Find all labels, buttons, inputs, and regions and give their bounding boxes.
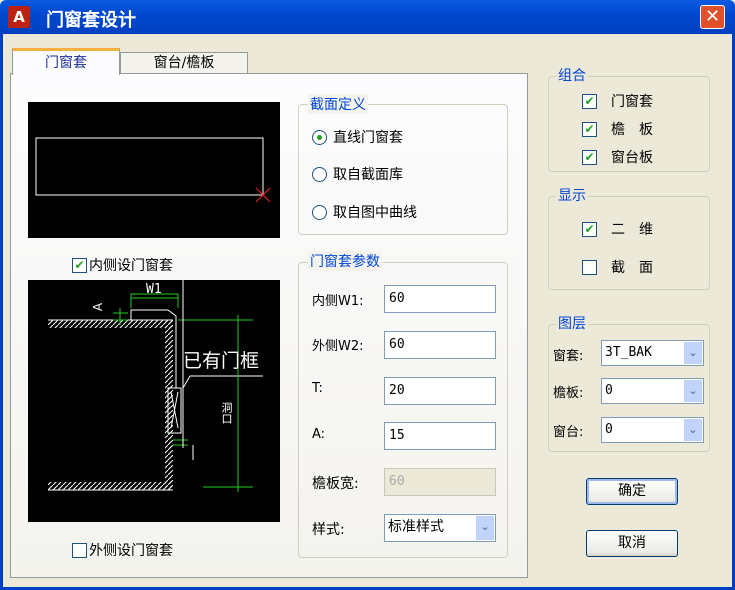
w1-dimension-label: W1	[146, 282, 162, 297]
checkbox-label: 窗台板	[611, 150, 653, 166]
radio-label: 取自图中曲线	[333, 205, 417, 221]
checkbox-unchecked-icon[interactable]	[582, 259, 597, 275]
eave-width-label: 檐板宽:	[312, 476, 359, 492]
outer-w2-label: 外侧W2:	[312, 339, 364, 354]
checkbox-checked-icon[interactable]: ✔	[72, 257, 87, 273]
section-definition-title: 截面定义	[308, 94, 368, 114]
radio-straight-casing[interactable]: 直线门窗套	[312, 127, 403, 147]
chevron-down-icon[interactable]: ⌄	[684, 342, 702, 364]
style-label: 样式:	[312, 522, 345, 538]
checkbox-label: 二 维	[611, 222, 653, 238]
radio-from-drawing-curve[interactable]: 取自图中曲线	[312, 202, 417, 222]
sill-layer-dropdown[interactable]: 0 ⌄	[601, 417, 704, 443]
autocad-app-icon: A	[8, 6, 30, 28]
combination-title: 组合	[556, 65, 588, 85]
checkbox-checked-icon[interactable]: ✔	[582, 93, 597, 109]
inner-casing-label: 内侧设门窗套	[89, 258, 173, 274]
display-title: 显示	[556, 185, 588, 205]
outer-w2-input[interactable]: 60	[384, 331, 496, 359]
chevron-down-icon[interactable]: ⌄	[684, 419, 702, 441]
existing-frame-label: 已有门框	[183, 350, 260, 372]
casing-layer-dropdown[interactable]: 3T_BAK ⌄	[601, 340, 704, 366]
radio-label: 取自截面库	[333, 167, 403, 183]
casing-layer-label: 窗套:	[553, 349, 584, 364]
opening-height-label: 洞口	[220, 402, 233, 424]
checkbox-unchecked-icon[interactable]	[72, 542, 87, 558]
radio-icon[interactable]	[312, 204, 327, 220]
casing-params-title: 门窗套参数	[308, 251, 382, 271]
close-button[interactable]: ✕	[700, 5, 725, 29]
inner-casing-checkbox[interactable]: ✔ 内侧设门窗套	[72, 255, 173, 275]
layers-title: 图层	[556, 313, 588, 333]
section-preview	[28, 102, 280, 238]
ok-button[interactable]: 确定	[586, 478, 678, 505]
inner-w1-input[interactable]: 60	[384, 285, 496, 313]
sill-layer-label: 窗台:	[553, 425, 584, 440]
checkbox-checked-icon[interactable]: ✔	[582, 149, 597, 165]
tab-sill-eave[interactable]: 窗台/檐板	[120, 52, 248, 73]
sill-layer-value: 0	[605, 422, 613, 437]
combo-eave-checkbox[interactable]: ✔ 檐 板	[582, 119, 653, 139]
a-label: A:	[312, 427, 326, 442]
chevron-down-icon[interactable]: ⌄	[476, 516, 494, 540]
radio-icon[interactable]	[312, 166, 327, 182]
radio-label: 直线门窗套	[333, 130, 403, 146]
checkbox-checked-icon[interactable]: ✔	[582, 221, 597, 237]
a-input[interactable]: 15	[384, 422, 496, 450]
checkbox-label: 门窗套	[611, 94, 653, 110]
chevron-down-icon[interactable]: ⌄	[684, 380, 702, 402]
checkbox-label: 截 面	[611, 260, 653, 276]
eave-width-input: 60	[384, 468, 496, 496]
combo-sill-checkbox[interactable]: ✔ 窗台板	[582, 147, 653, 167]
parameter-diagram: W1 A 已有门框 洞口	[28, 280, 280, 522]
inner-w1-label: 内侧W1:	[312, 294, 364, 309]
display-section-checkbox[interactable]: 截 面	[582, 257, 653, 277]
combo-casing-checkbox[interactable]: ✔ 门窗套	[582, 91, 653, 111]
display-2d-checkbox[interactable]: ✔ 二 维	[582, 219, 653, 239]
cancel-button[interactable]: 取消	[586, 530, 678, 557]
t-label: T:	[312, 381, 323, 396]
eave-layer-dropdown[interactable]: 0 ⌄	[601, 378, 704, 404]
style-dropdown[interactable]: 标准样式 ⌄	[384, 514, 496, 542]
outer-casing-label: 外侧设门窗套	[89, 543, 173, 559]
eave-layer-value: 0	[605, 383, 613, 398]
casing-layer-value: 3T_BAK	[605, 345, 652, 360]
a-dimension-label: A	[91, 302, 106, 312]
outer-casing-checkbox[interactable]: 外侧设门窗套	[72, 540, 173, 560]
window-title: 门窗套设计	[46, 10, 136, 31]
radio-from-section-library[interactable]: 取自截面库	[312, 164, 403, 184]
eave-layer-label: 檐板:	[553, 386, 584, 401]
checkbox-label: 檐 板	[611, 122, 653, 138]
t-input[interactable]: 20	[384, 377, 496, 405]
tab-door-window-casing[interactable]: 门窗套	[12, 48, 120, 75]
checkbox-checked-icon[interactable]: ✔	[582, 121, 597, 137]
section-preview-drawing	[35, 137, 271, 203]
radio-selected-icon[interactable]	[312, 129, 327, 145]
diagram-drawing	[48, 280, 263, 492]
style-value: 标准样式	[388, 519, 444, 535]
